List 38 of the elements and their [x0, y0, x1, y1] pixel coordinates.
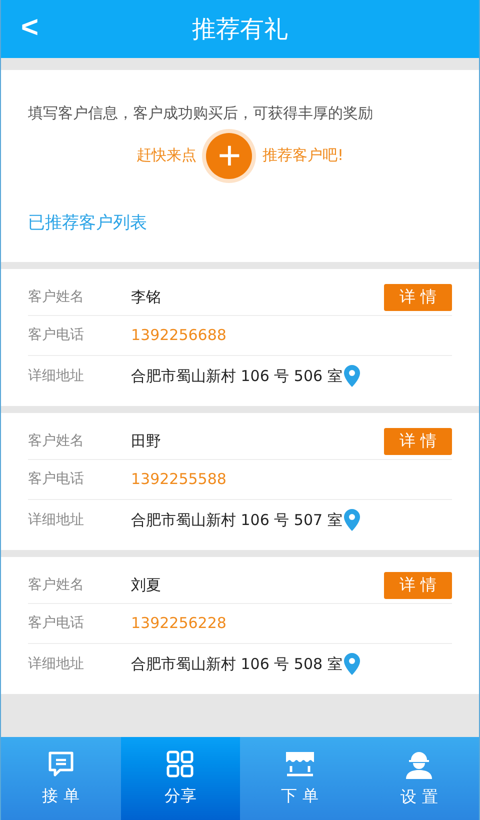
customer-address: 合肥市蜀山新村 106 号 507 室 [131, 510, 342, 531]
awning-icon [284, 750, 315, 778]
location-pin-icon [344, 365, 360, 387]
intro-text: 填写客户信息，客户成功购买后，可获得丰厚的奖励 [28, 103, 374, 124]
grid-icon [166, 750, 194, 778]
customer-address: 合肥市蜀山新村 106 号 506 室 [131, 366, 342, 387]
field-label: 详细地址 [28, 510, 85, 530]
tab[interactable]: 下 单 [240, 737, 360, 820]
field-label: 详细地址 [28, 654, 85, 674]
page-title: 推荐有礼 [192, 14, 288, 45]
customer-phone: 1392256228 [131, 613, 226, 634]
field-label: 客户姓名 [28, 288, 85, 306]
tab[interactable]: 设 置 [360, 737, 479, 820]
field-label: 客户电话 [28, 470, 85, 489]
back-button[interactable]: < [21, 8, 39, 48]
field-label: 客户姓名 [28, 576, 85, 594]
customer-name: 李铭 [131, 286, 162, 308]
add-button[interactable]: + [202, 128, 256, 182]
cta-text: 赶快来点 [136, 145, 196, 166]
field-label: 客户电话 [28, 614, 85, 633]
location-pin-icon [344, 653, 360, 675]
list-title: 已推荐客户列表 [28, 212, 148, 234]
details-button[interactable]: 详 情 [384, 572, 452, 598]
customer-phone: 1392256688 [131, 325, 226, 346]
field-label: 详细地址 [28, 366, 85, 386]
customer-name: 刘夏 [131, 574, 162, 596]
details-button[interactable]: 详 情 [384, 284, 452, 310]
customer-name: 田野 [131, 430, 162, 452]
customer-phone: 1392255588 [131, 469, 226, 490]
details-button[interactable]: 详 情 [384, 428, 452, 454]
customer-address: 合肥市蜀山新村 106 号 508 室 [131, 654, 342, 675]
field-label: 客户电话 [28, 326, 85, 345]
cta-text: 推荐客户吧! [262, 145, 344, 166]
field-label: 客户姓名 [28, 432, 85, 450]
tab[interactable]: 接 单 [1, 737, 120, 820]
tab[interactable]: 分享 [120, 737, 240, 820]
message-icon [46, 750, 75, 778]
location-pin-icon [344, 509, 360, 531]
